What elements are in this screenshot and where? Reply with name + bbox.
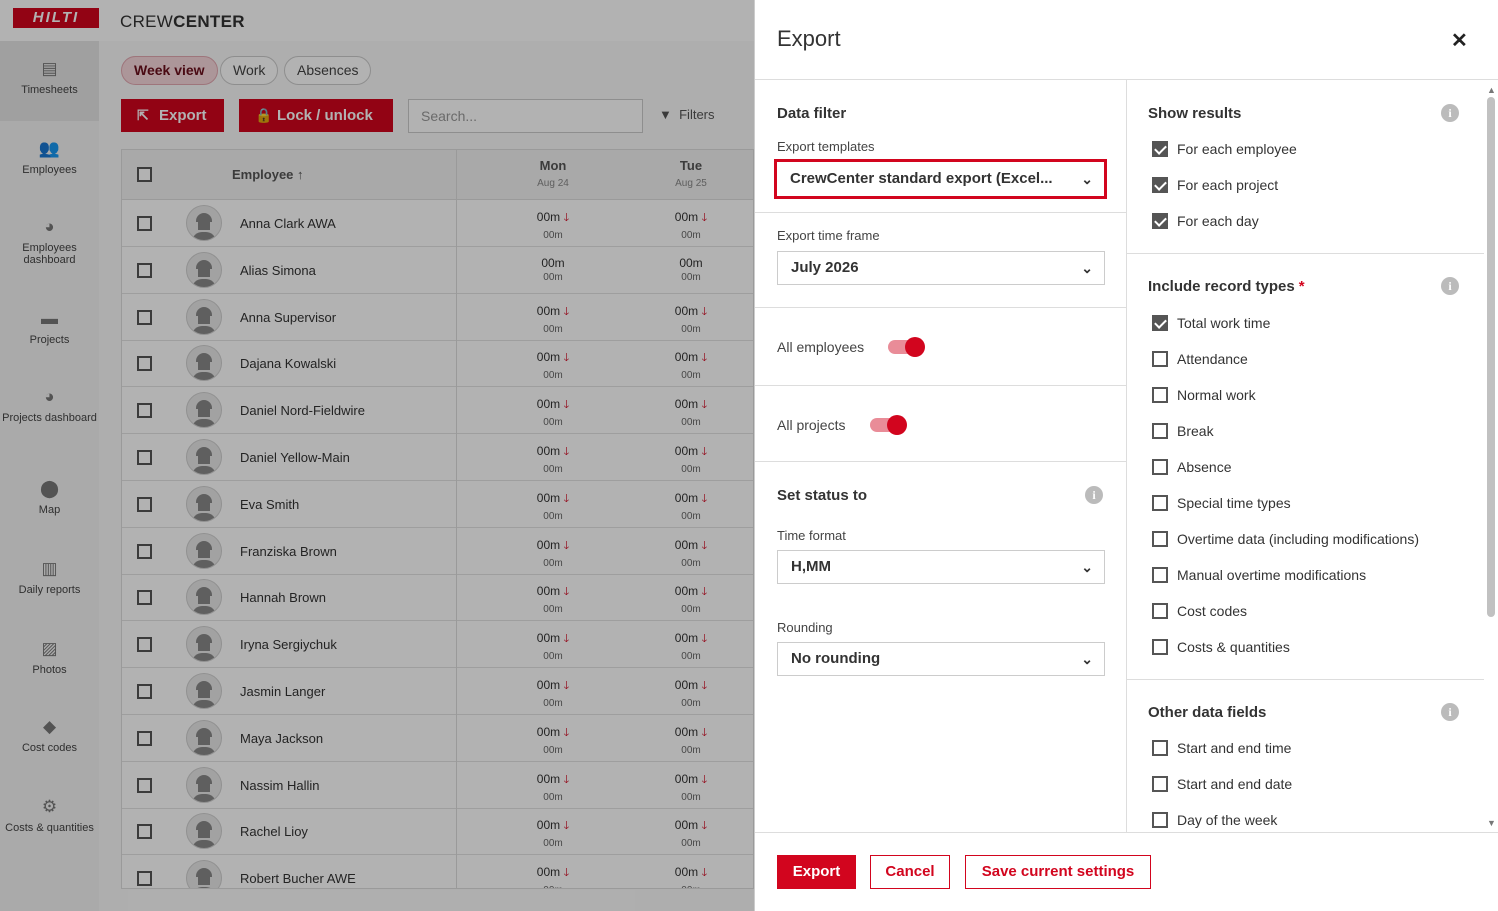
all-projects-label: All projects xyxy=(777,417,846,433)
data-filter-heading: Data filter xyxy=(777,105,847,122)
chevron-down-icon: ⌄ xyxy=(1081,651,1093,667)
info-icon[interactable]: i xyxy=(1441,104,1459,122)
checkbox[interactable] xyxy=(1152,567,1168,583)
divider xyxy=(1127,253,1484,254)
time-format-label: Time format xyxy=(777,528,846,543)
modal-backdrop[interactable] xyxy=(0,0,754,911)
export-panel: Export ✕ Data filter Export templates Cr… xyxy=(754,0,1498,911)
checkbox-label: Cost codes xyxy=(1177,603,1248,619)
checkbox[interactable] xyxy=(1152,351,1168,367)
show-results-heading: Show results xyxy=(1148,105,1242,122)
toggle-knob xyxy=(905,337,925,357)
close-icon[interactable]: ✕ xyxy=(1451,28,1468,53)
toggle-knob xyxy=(887,415,907,435)
divider xyxy=(755,832,1498,833)
export-templates-select[interactable]: CrewCenter standard export (Excel... ⌄ xyxy=(774,159,1107,199)
divider xyxy=(755,385,1126,386)
checkbox[interactable] xyxy=(1152,141,1168,157)
all-employees-toggle[interactable] xyxy=(888,337,925,357)
checkbox[interactable] xyxy=(1152,177,1168,193)
export-submit-button[interactable]: Export xyxy=(777,855,856,889)
time-format-value: H,MM xyxy=(791,558,831,575)
divider xyxy=(755,307,1126,308)
checkbox-label: Day of the week xyxy=(1177,812,1278,828)
checkbox-label: For each employee xyxy=(1177,141,1297,157)
save-settings-button[interactable]: Save current settings xyxy=(965,855,1151,889)
all-employees-label: All employees xyxy=(777,339,865,355)
scrollbar-thumb[interactable] xyxy=(1487,97,1495,617)
checkbox[interactable] xyxy=(1152,603,1168,619)
checkbox-label: Attendance xyxy=(1177,351,1248,367)
checkbox[interactable] xyxy=(1152,423,1168,439)
checkbox-label: Start and end date xyxy=(1177,776,1293,792)
other-fields-heading: Other data fields xyxy=(1148,704,1267,721)
rounding-value: No rounding xyxy=(791,650,881,667)
cancel-button[interactable]: Cancel xyxy=(870,855,950,889)
checkbox-label: Absence xyxy=(1177,459,1232,475)
rounding-label: Rounding xyxy=(777,620,833,635)
export-panel-title: Export xyxy=(777,26,841,51)
checkbox-label: Overtime data (including modifications) xyxy=(1177,531,1419,547)
rounding-select[interactable]: No rounding ⌄ xyxy=(777,642,1105,676)
chevron-down-icon: ⌄ xyxy=(1081,559,1093,575)
scroll-down-icon[interactable]: ▼ xyxy=(1487,818,1496,828)
export-templates-label: Export templates xyxy=(777,139,875,154)
divider xyxy=(1126,80,1127,832)
checkbox[interactable] xyxy=(1152,776,1168,792)
checkbox[interactable] xyxy=(1152,531,1168,547)
record-types-heading-text: Include record types xyxy=(1148,278,1295,295)
checkbox-label: Break xyxy=(1177,423,1214,439)
checkbox[interactable] xyxy=(1152,213,1168,229)
time-format-select[interactable]: H,MM ⌄ xyxy=(777,550,1105,584)
required-mark: * xyxy=(1298,278,1305,295)
record-types-heading: Include record types * xyxy=(1148,278,1305,295)
checkbox[interactable] xyxy=(1152,315,1168,331)
checkbox-label: Start and end time xyxy=(1177,740,1292,756)
divider xyxy=(1127,679,1484,680)
checkbox[interactable] xyxy=(1152,459,1168,475)
export-time-frame-label: Export time frame xyxy=(777,228,880,243)
checkbox[interactable] xyxy=(1152,387,1168,403)
checkbox-label: Costs & quantities xyxy=(1177,639,1290,655)
scrollbar[interactable]: ▲ ▼ xyxy=(1486,85,1496,830)
checkbox-label: For each day xyxy=(1177,213,1259,229)
divider xyxy=(755,212,1126,213)
info-icon[interactable]: i xyxy=(1441,703,1459,721)
checkbox-label: For each project xyxy=(1177,177,1279,193)
checkbox-label: Special time types xyxy=(1177,495,1291,511)
set-status-heading: Set status to xyxy=(777,487,868,504)
checkbox[interactable] xyxy=(1152,639,1168,655)
checkbox-label: Total work time xyxy=(1177,315,1271,331)
export-time-frame-value: July 2026 xyxy=(791,259,859,276)
export-templates-value: CrewCenter standard export (Excel... xyxy=(790,170,1053,187)
checkbox-label: Manual overtime modifications xyxy=(1177,567,1367,583)
chevron-down-icon: ⌄ xyxy=(1081,260,1093,276)
info-icon[interactable]: i xyxy=(1085,486,1103,504)
all-projects-toggle[interactable] xyxy=(870,415,907,435)
scroll-up-icon[interactable]: ▲ xyxy=(1487,85,1496,95)
chevron-down-icon: ⌄ xyxy=(1081,171,1093,187)
checkbox[interactable] xyxy=(1152,812,1168,828)
divider xyxy=(755,461,1126,462)
checkbox-label: Normal work xyxy=(1177,387,1256,403)
info-icon[interactable]: i xyxy=(1441,277,1459,295)
export-time-frame-select[interactable]: July 2026 ⌄ xyxy=(777,251,1105,285)
checkbox[interactable] xyxy=(1152,740,1168,756)
checkbox[interactable] xyxy=(1152,495,1168,511)
